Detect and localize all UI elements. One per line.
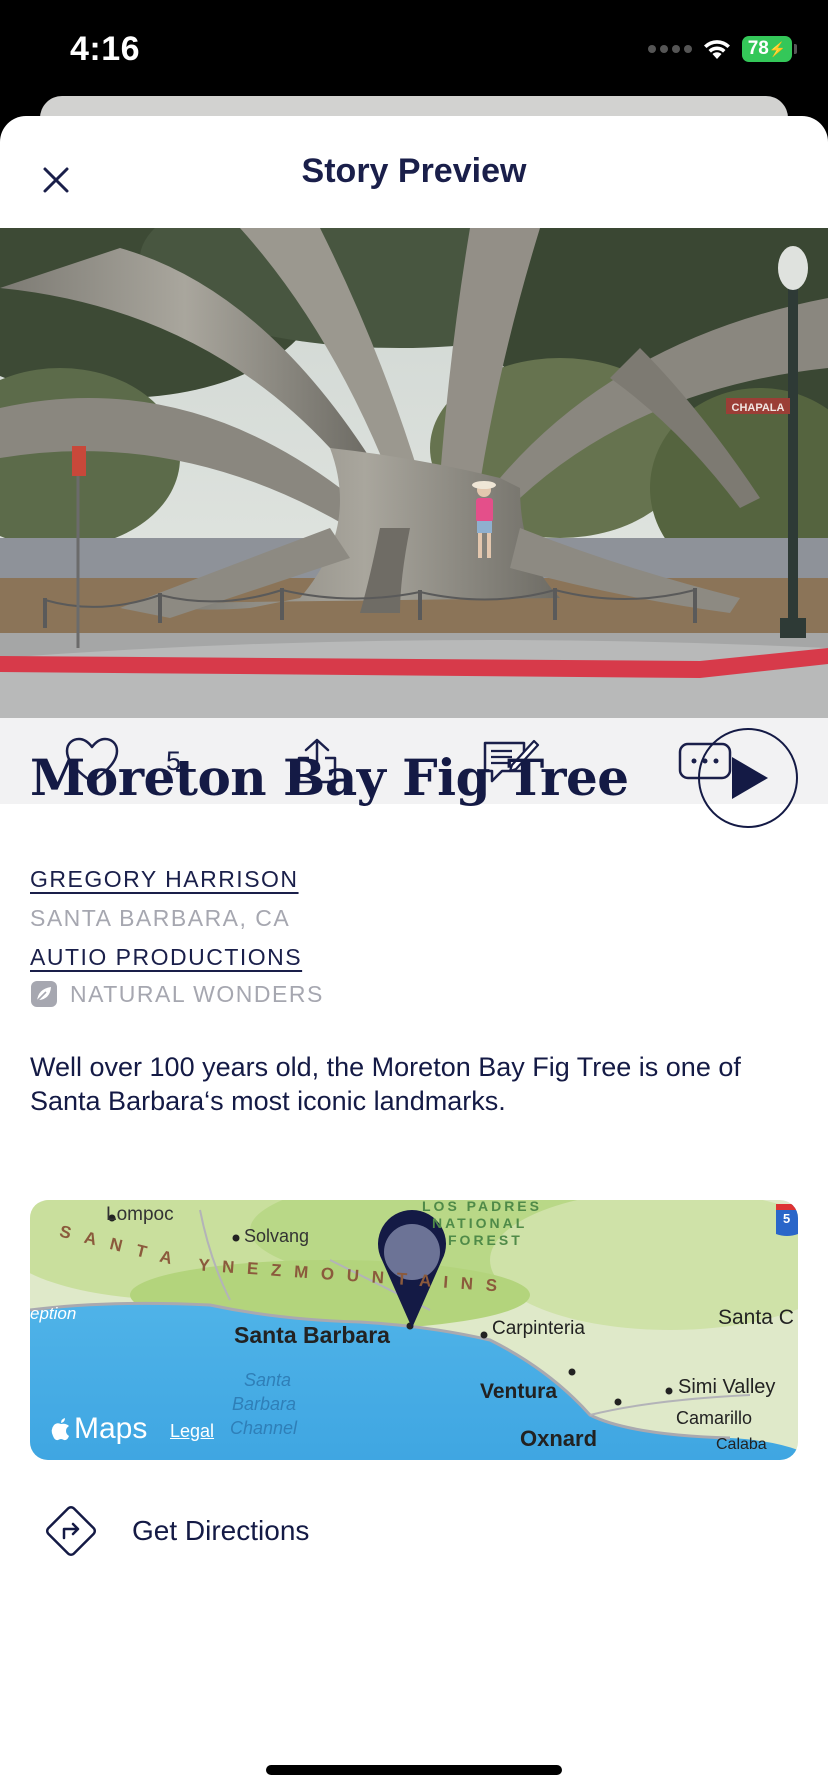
map-label-carpinteria: Carpinteria	[492, 1318, 585, 1339]
map-label-channel: Channel	[230, 1418, 298, 1438]
street-sign-text: CHAPALA	[732, 402, 785, 414]
map-label-ventura: Ventura	[480, 1380, 558, 1403]
map-label-reception: eption	[30, 1304, 77, 1323]
sheet-header: Story Preview	[0, 116, 828, 228]
highway-shield-label: 5	[783, 1211, 791, 1226]
cellular-signal-icon	[648, 45, 692, 53]
story-hero-image: CHAPALA	[0, 228, 828, 718]
map-label-forest: FOREST	[448, 1232, 523, 1248]
battery-icon: 78 ⚡	[742, 36, 797, 62]
map-label-santa-c: Santa C	[718, 1306, 794, 1329]
map-label-simi-valley: Simi Valley	[678, 1376, 776, 1398]
play-button[interactable]	[698, 728, 798, 828]
map-legal-link[interactable]: Legal	[170, 1421, 214, 1442]
leaf-icon	[31, 981, 57, 1007]
map-label-solvang: Solvang	[244, 1226, 310, 1246]
map-label-oxnard: Oxnard	[520, 1426, 598, 1451]
story-description: Well over 100 years old, the Moreton Bay…	[30, 1052, 741, 1116]
author-link[interactable]: GREGORY HARRISON	[30, 866, 299, 893]
story-preview-sheet: Story Preview CHAPALA 5 Moreton Bay Fig …	[0, 116, 828, 1792]
apple-logo-icon	[51, 1418, 69, 1441]
category-tag: NATURAL WONDERS	[30, 980, 324, 1008]
directions-icon	[45, 1505, 97, 1557]
home-indicator[interactable]	[266, 1765, 562, 1775]
status-indicators: 78 ⚡	[648, 36, 797, 62]
story-title: Moreton Bay Fig Tree	[30, 748, 629, 807]
map-label-lompoc: Lompoc	[106, 1204, 174, 1225]
map-label-los-padres: LOS PADRES	[422, 1200, 542, 1214]
location-text: SANTA BARBARA, CA	[30, 905, 291, 931]
play-icon	[732, 757, 768, 799]
battery-level: 78	[747, 38, 769, 59]
get-directions-label: Get Directions	[132, 1515, 310, 1546]
map-label-camarillo: Camarillo	[676, 1408, 753, 1428]
page-title: Story Preview	[301, 152, 527, 190]
maps-brand-text: Maps	[74, 1412, 148, 1445]
wifi-icon	[704, 40, 730, 59]
producer-link[interactable]: AUTIO PRODUCTIONS	[30, 944, 302, 971]
map-label-santa-barbara: Santa Barbara	[234, 1322, 390, 1348]
maps-logo: Maps	[50, 1412, 147, 1446]
map-label-national: NATIONAL	[432, 1215, 528, 1231]
map-label-channel-santa: Santa	[244, 1370, 292, 1390]
map-label-calabasas: Calaba	[716, 1436, 767, 1453]
status-time: 4:16	[70, 30, 141, 68]
map-label-channel-barbara: Barbara	[232, 1394, 297, 1414]
category-label: NATURAL WONDERS	[70, 980, 324, 1007]
get-directions-button[interactable]: Get Directions	[40, 1500, 309, 1562]
status-bar: 4:16 78 ⚡	[0, 0, 828, 96]
fig-tree-photo: CHAPALA	[0, 228, 828, 718]
location-map[interactable]: Lompoc Solvang LOS PADRES NATIONAL FORES…	[30, 1200, 798, 1460]
